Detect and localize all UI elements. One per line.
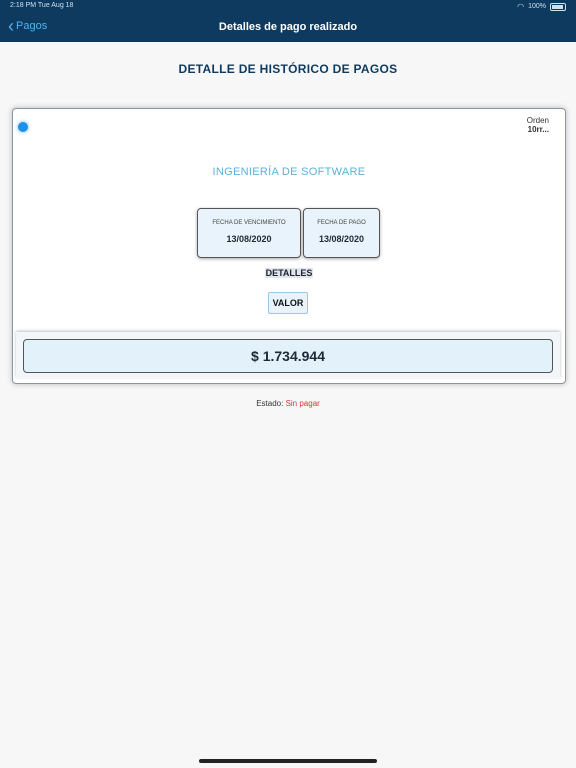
status-time: 2:18 PM (10, 2, 37, 9)
status-bar: 2:18 PM Tue Aug 18 ◠ 100% (10, 2, 566, 12)
due-date-value: 13/08/2020 (226, 234, 272, 244)
battery-icon (550, 2, 566, 11)
status-value: Sin pagar (285, 399, 320, 408)
home-indicator[interactable] (199, 759, 377, 763)
payment-status: Estado: Sin pagar (0, 399, 576, 408)
amount-section: $ 1.734.944 (16, 332, 560, 378)
status-right: ◠ 100% (517, 2, 566, 11)
status-time-date: 2:18 PM Tue Aug 18 (10, 2, 73, 9)
battery-percent: 100% (528, 3, 546, 10)
payment-date-label: FECHA DE PAGO (317, 220, 366, 226)
amount-value: $ 1.734.944 (23, 339, 553, 373)
status-dot-icon (18, 122, 28, 132)
order-label: Orden (526, 116, 549, 125)
details-label: DETALLES (264, 268, 314, 278)
subject-title: INGENIERÍA DE SOFTWARE (212, 166, 366, 178)
payment-date-box: FECHA DE PAGO 13/08/2020 (303, 208, 380, 258)
value-button[interactable]: VALOR (268, 292, 308, 314)
navigation-bar: 2:18 PM Tue Aug 18 ◠ 100% ‹ Pagos Detall… (0, 0, 576, 42)
order-info: Orden 10rr... (527, 116, 549, 134)
page-title: DETALLE DE HISTÓRICO DE PAGOS (178, 62, 398, 76)
due-date-box: FECHA DE VENCIMIENTO 13/08/2020 (197, 208, 301, 258)
order-value: 10rr... (527, 125, 549, 134)
nav-title: Detalles de pago realizado (218, 21, 358, 33)
details-heading: DETALLES (13, 268, 565, 278)
status-label: Estado: (256, 399, 284, 408)
payment-date-value: 13/08/2020 (318, 234, 365, 244)
wifi-icon: ◠ (517, 2, 525, 11)
payment-card: Orden 10rr... INGENIERÍA DE SOFTWARE FEC… (12, 108, 566, 384)
status-date: Tue Aug 18 (37, 2, 74, 9)
due-date-label: FECHA DE VENCIMIENTO (212, 220, 286, 226)
